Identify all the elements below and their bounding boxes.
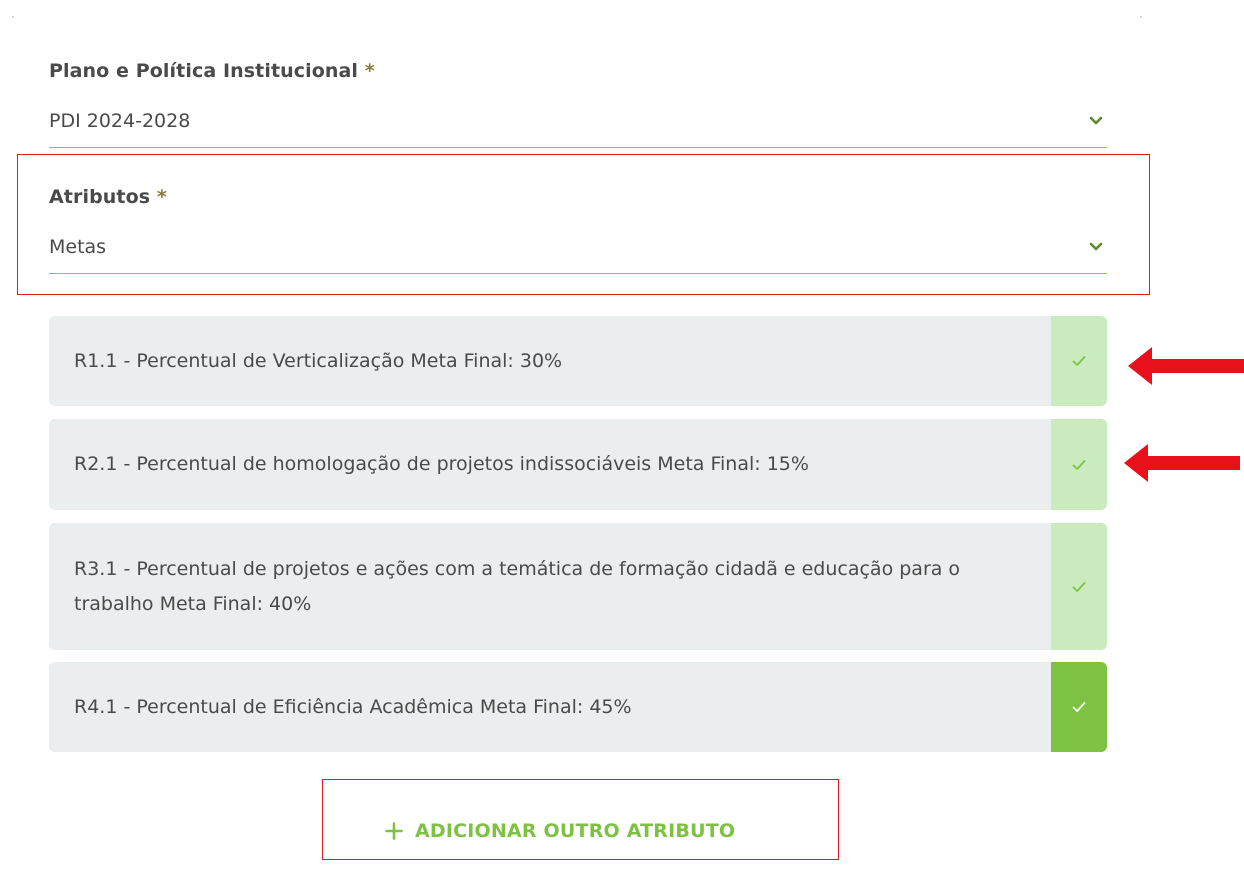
atributos-select-value: Metas	[49, 236, 107, 258]
check-icon	[1072, 459, 1086, 470]
check-icon	[1072, 356, 1086, 366]
meta-check-toggle[interactable]	[1051, 523, 1107, 650]
meta-check-toggle[interactable]	[1051, 662, 1107, 752]
plano-field: Plano e Política Institucional * PDI 202…	[49, 60, 1107, 148]
meta-item-r1-1[interactable]: R1.1 - Percentual de Verticalização Meta…	[49, 316, 1107, 406]
meta-item-r2-1[interactable]: R2.1 - Percentual de homologação de proj…	[49, 419, 1107, 510]
atributos-field: Atributos * Metas	[49, 186, 1107, 274]
add-attribute-label: ADICIONAR OUTRO ATRIBUTO	[415, 820, 736, 842]
meta-item-text: R2.1 - Percentual de homologação de proj…	[74, 453, 809, 475]
meta-item-r3-1[interactable]: R3.1 - Percentual de projetos e ações co…	[49, 523, 1107, 650]
meta-item-text: R3.1 - Percentual de projetos e ações co…	[74, 557, 961, 615]
atributos-select[interactable]: Metas	[49, 230, 1107, 274]
meta-item-text: R4.1 - Percentual de Eficiência Acadêmic…	[74, 695, 632, 718]
plano-label: Plano e Política Institucional *	[49, 60, 1107, 82]
plus-icon	[385, 822, 403, 840]
meta-item-r4-1[interactable]: R4.1 - Percentual de Eficiência Acadêmic…	[49, 662, 1107, 752]
red-arrow-annotation	[1128, 347, 1244, 385]
chevron-down-icon[interactable]	[1089, 240, 1103, 254]
plano-select[interactable]: PDI 2024-2028	[49, 104, 1107, 148]
required-mark: *	[364, 60, 375, 82]
corner-mark-right	[1140, 16, 1142, 18]
atributos-label: Atributos *	[49, 186, 1107, 208]
add-attribute-button[interactable]: ADICIONAR OUTRO ATRIBUTO	[385, 816, 735, 846]
check-icon	[1072, 702, 1086, 712]
meta-check-toggle[interactable]	[1051, 316, 1107, 406]
meta-item-text: R1.1 - Percentual de Verticalização Meta…	[74, 349, 563, 372]
plano-label-text: Plano e Política Institucional	[49, 60, 359, 82]
atributos-label-text: Atributos	[49, 186, 151, 208]
red-arrow-annotation	[1124, 444, 1240, 482]
chevron-down-icon[interactable]	[1089, 114, 1103, 128]
plano-select-value: PDI 2024-2028	[49, 110, 191, 132]
corner-mark-left	[12, 16, 14, 18]
required-mark: *	[156, 186, 167, 208]
check-icon	[1072, 581, 1086, 592]
meta-check-toggle[interactable]	[1051, 419, 1107, 510]
